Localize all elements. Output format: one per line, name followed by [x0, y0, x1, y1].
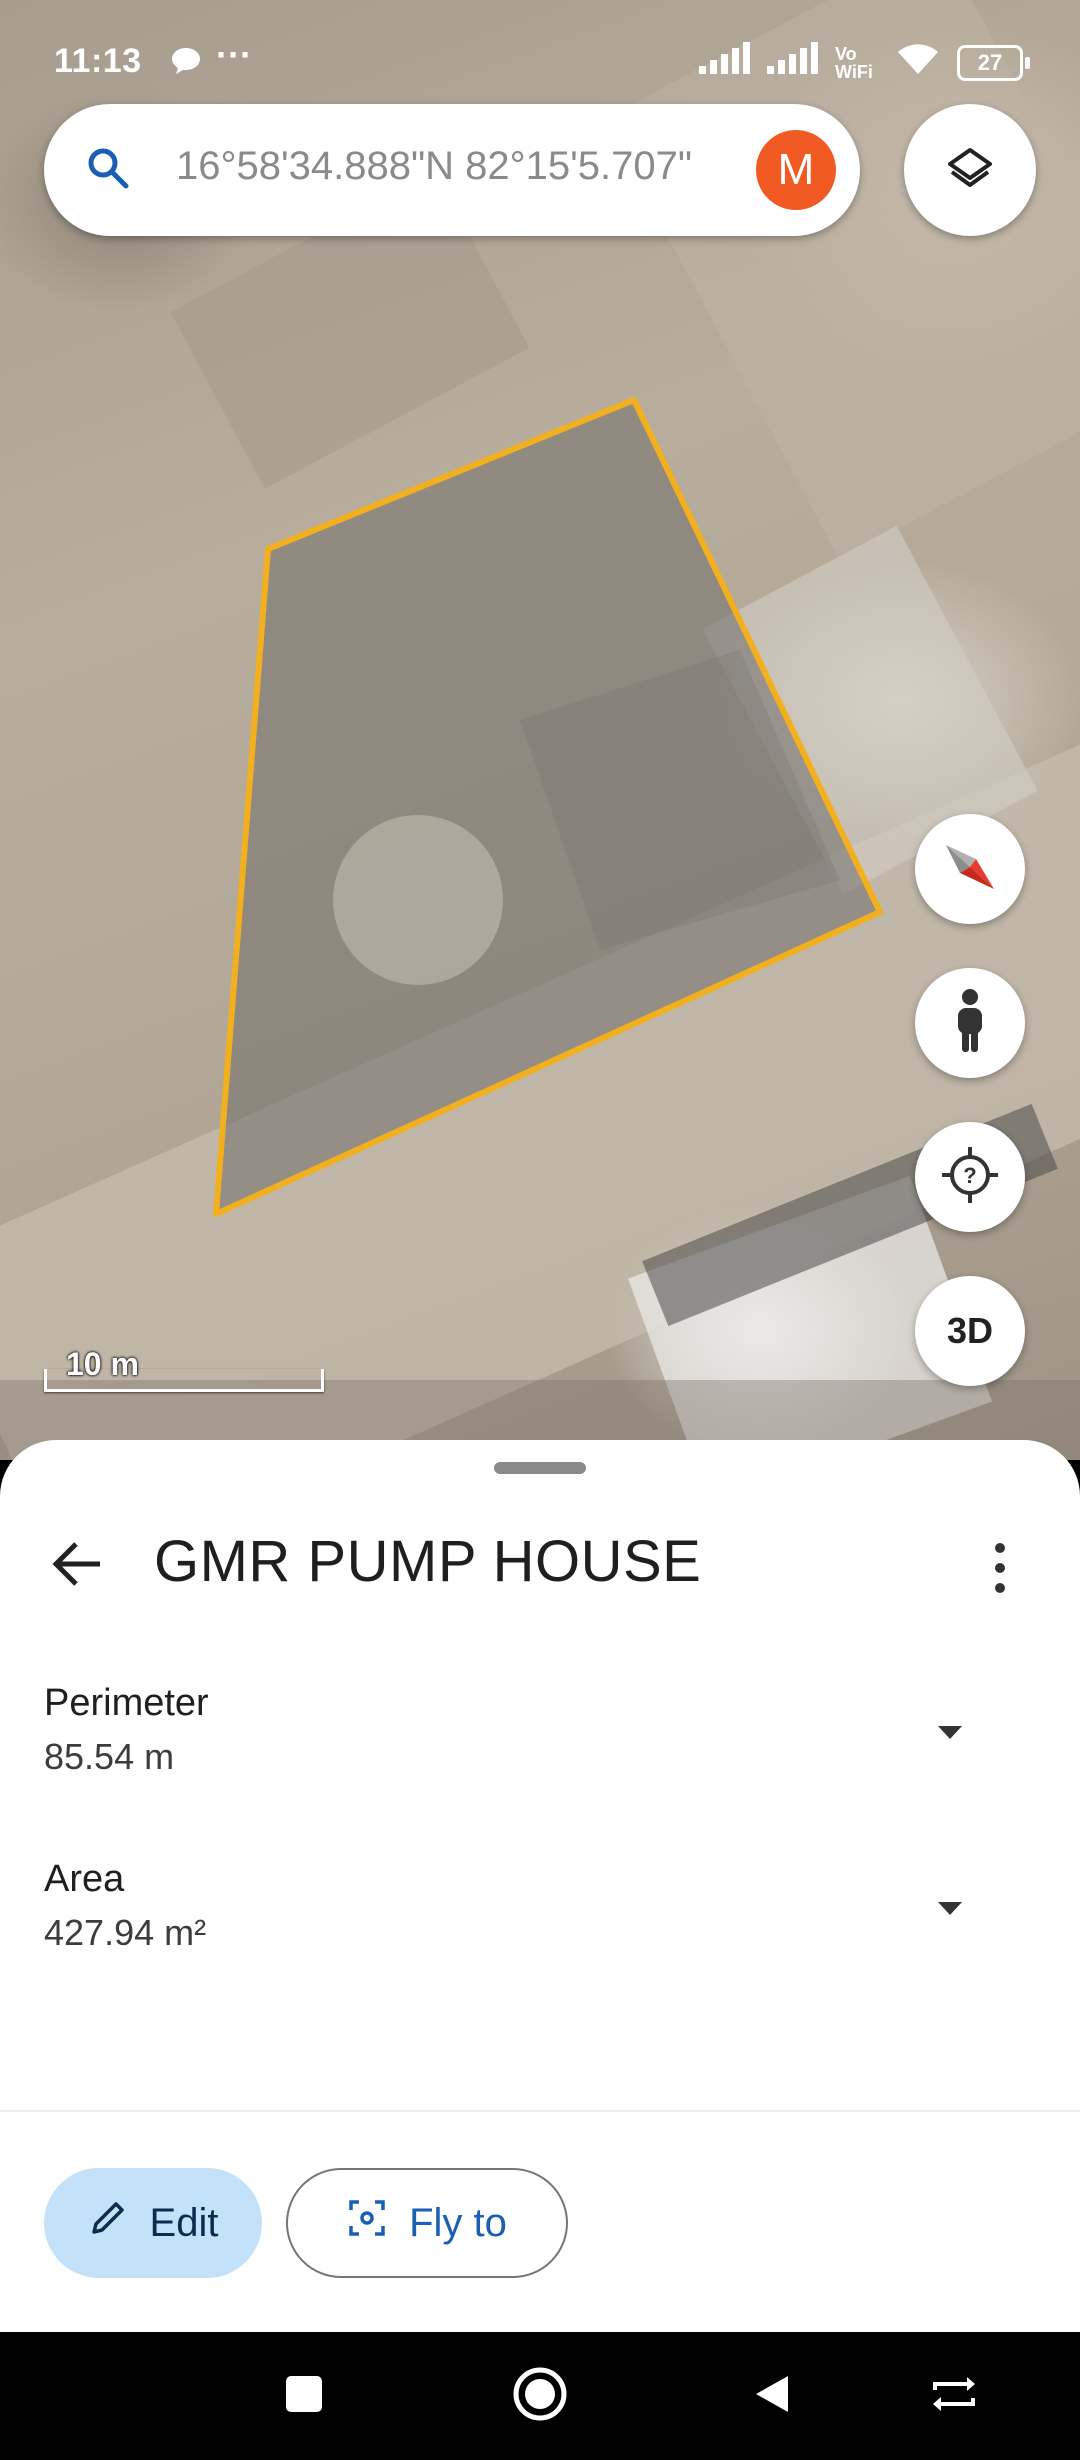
location-help-icon: ? — [940, 1145, 1000, 1210]
pencil-icon — [88, 2198, 128, 2248]
more-options-button[interactable] — [980, 1536, 1020, 1600]
dropdown-arrow-icon — [930, 1726, 970, 1756]
compass-button[interactable] — [915, 814, 1025, 924]
home-circle-icon — [510, 2364, 570, 2429]
battery-icon: 27 — [957, 44, 1030, 81]
fly-to-label: Fly to — [409, 2200, 507, 2245]
status-overflow: ··· — [216, 34, 252, 75]
search-bar[interactable]: 16°58'34.888"N 82°15'5.707" M — [44, 104, 860, 236]
recent-apps-button[interactable] — [264, 2356, 344, 2436]
home-button[interactable] — [500, 2356, 580, 2436]
divider — [0, 2110, 1080, 2112]
signal-icon — [699, 42, 751, 83]
avatar[interactable]: M — [756, 130, 836, 210]
fly-to-button[interactable]: Fly to — [286, 2168, 568, 2278]
search-input[interactable]: 16°58'34.888"N 82°15'5.707" — [176, 144, 776, 189]
triangle-back-icon — [750, 2372, 794, 2421]
chat-icon — [170, 46, 202, 85]
arrow-left-icon — [46, 1542, 110, 1600]
status-time: 11:13 — [54, 42, 142, 80]
measurement-sheet[interactable]: GMR PUMP HOUSE Perimeter 85.54 m Area 42… — [0, 1440, 1080, 2332]
edit-label: Edit — [149, 2200, 219, 2245]
satellite-map[interactable]: 11:13 ··· Vo WiFi 27 16°58'34.888"N 82°1… — [0, 0, 1080, 1460]
sheet-title: GMR PUMP HOUSE — [154, 1529, 702, 1594]
area-label: Area — [44, 1858, 125, 1900]
layers-icon — [946, 144, 994, 197]
search-icon — [86, 146, 130, 195]
svg-text:?: ? — [963, 1163, 976, 1188]
status-icons: Vo WiFi 27 — [699, 40, 1030, 85]
rotate-icon — [929, 2374, 979, 2419]
signal-icon — [767, 42, 819, 83]
battery-cap — [1025, 56, 1030, 69]
scale-line — [44, 1369, 324, 1392]
wifi-icon — [895, 40, 941, 85]
street-view-button[interactable] — [915, 968, 1025, 1078]
my-location-button[interactable]: ? — [915, 1122, 1025, 1232]
perimeter-unit-dropdown[interactable] — [930, 1712, 970, 1752]
area-value: 427.94 m² — [44, 1912, 207, 1953]
perimeter-value: 85.54 m — [44, 1736, 175, 1777]
assistant-toggle-button[interactable] — [914, 2356, 994, 2436]
more-vert-icon — [980, 1543, 1020, 1604]
square-icon — [282, 2372, 326, 2421]
dropdown-arrow-icon — [930, 1902, 970, 1932]
layers-button[interactable] — [904, 104, 1036, 236]
vowifi-icon: Vo WiFi — [835, 43, 873, 82]
back-button[interactable] — [46, 1532, 110, 1596]
map-scale: 10 m — [44, 1346, 324, 1392]
perimeter-label: Perimeter — [44, 1682, 209, 1724]
sheet-drag-handle[interactable] — [494, 1462, 586, 1474]
area-unit-dropdown[interactable] — [930, 1888, 970, 1928]
system-navigation-bar — [0, 2332, 1080, 2460]
battery-level: 27 — [957, 44, 1023, 81]
pegman-icon — [950, 988, 990, 1059]
status-bar: 11:13 ··· Vo WiFi 27 — [0, 0, 1080, 100]
back-nav-button[interactable] — [732, 2356, 812, 2436]
3d-toggle-button[interactable]: 3D — [915, 1276, 1025, 1386]
compass-icon — [940, 837, 1000, 902]
fly-to-icon — [347, 2198, 387, 2248]
edit-button[interactable]: Edit — [44, 2168, 262, 2278]
